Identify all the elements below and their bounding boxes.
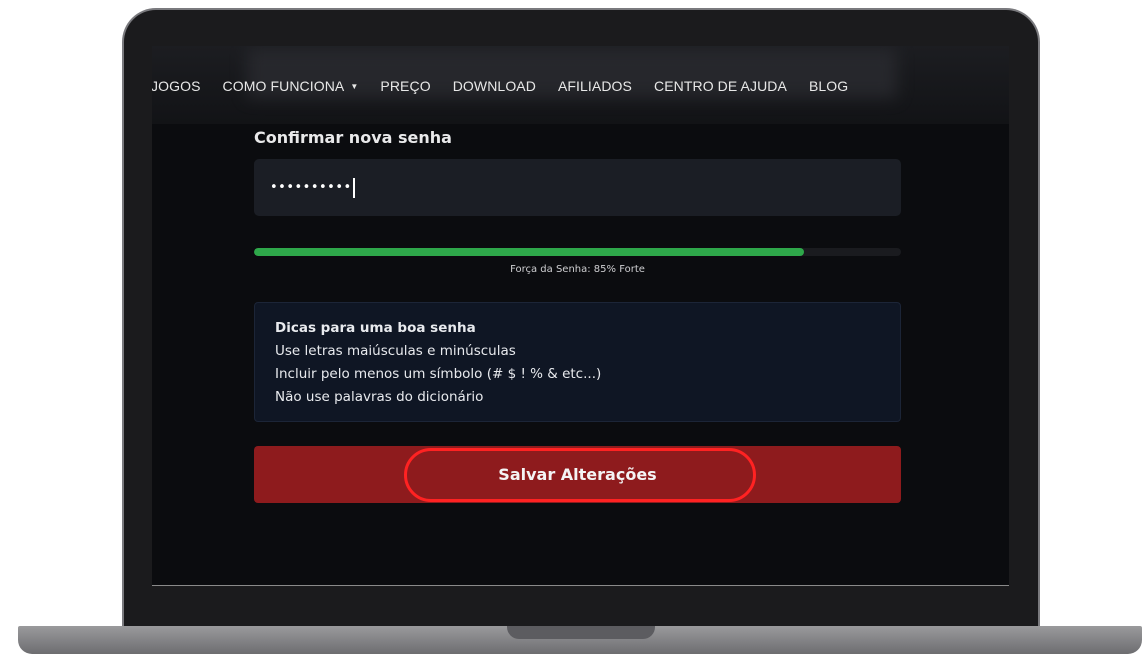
password-strength-text: Força da Senha: 85% Forte: [510, 264, 645, 275]
password-strength-fill: [254, 248, 804, 256]
confirm-password-label: Confirmar nova senha: [254, 128, 452, 147]
nav-item-download[interactable]: DOWNLOAD: [442, 78, 547, 94]
password-strength-bar: [254, 248, 901, 256]
screen: JOGOS COMO FUNCIONA ▼ PREÇO DOWNLOAD AFI…: [152, 46, 1009, 586]
nav-item-preco[interactable]: PREÇO: [369, 78, 441, 94]
nav-item-label: COMO FUNCIONA: [222, 78, 345, 94]
nav-item-como-funciona[interactable]: COMO FUNCIONA ▼: [212, 78, 370, 94]
text-cursor: [352, 177, 355, 198]
laptop-notch: [507, 626, 655, 639]
tips-title: Dicas para uma boa senha: [275, 320, 476, 336]
nav-item-centro-de-ajuda[interactable]: CENTRO DE AJUDA: [643, 78, 798, 94]
navbar: JOGOS COMO FUNCIONA ▼ PREÇO DOWNLOAD AFI…: [152, 46, 1009, 124]
confirm-password-field[interactable]: ••••••••••: [254, 159, 901, 216]
tip-item: Não use palavras do dicionário: [275, 389, 484, 405]
caret-down-icon: ▼: [350, 81, 359, 91]
nav-item-blog[interactable]: BLOG: [798, 78, 859, 94]
nav-item-jogos[interactable]: JOGOS: [152, 78, 212, 94]
nav-menu: JOGOS COMO FUNCIONA ▼ PREÇO DOWNLOAD AFI…: [152, 78, 859, 94]
screen-edge: [152, 585, 1009, 586]
nav-item-afiliados[interactable]: AFILIADOS: [547, 78, 643, 94]
password-tips-box: Dicas para uma boa senha Use letras maiú…: [254, 302, 901, 422]
tip-item: Incluir pelo menos um símbolo (# $ ! % &…: [275, 366, 602, 382]
save-changes-button[interactable]: Salvar Alterações: [254, 446, 901, 503]
password-value: ••••••••••: [270, 180, 352, 195]
tip-item: Use letras maiúsculas e minúsculas: [275, 343, 516, 359]
